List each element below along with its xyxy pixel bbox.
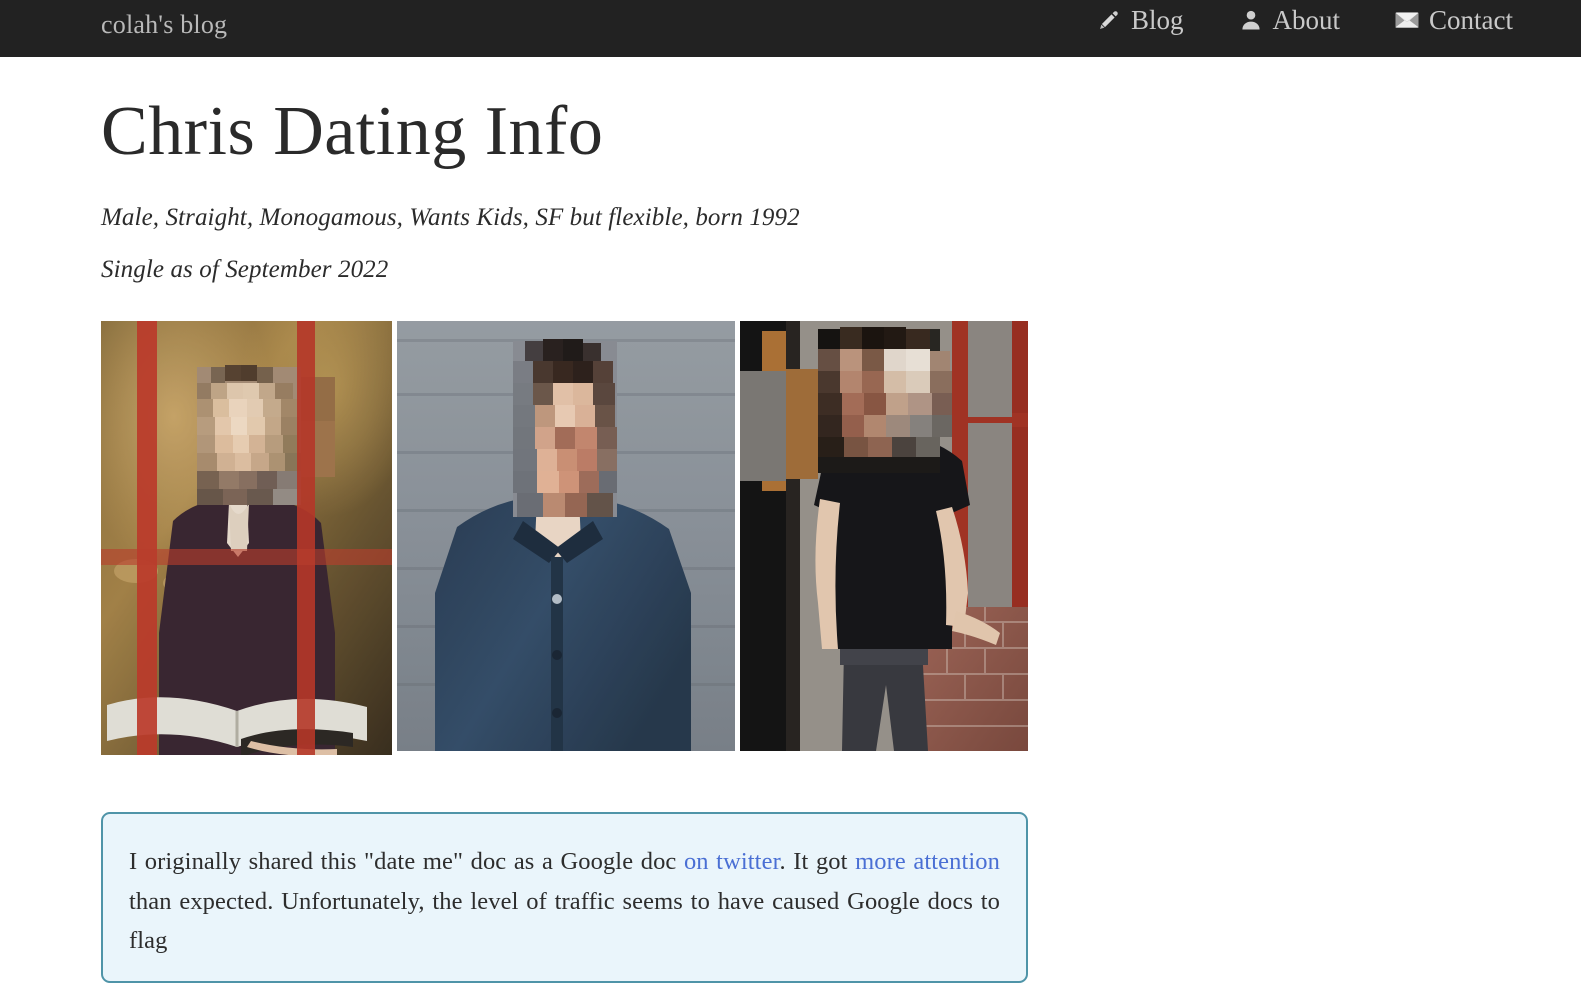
gallery-photo-3[interactable] <box>740 321 1028 751</box>
callout-paragraph: I originally shared this "date me" doc a… <box>129 842 1000 961</box>
gallery-photo-1[interactable] <box>101 321 392 755</box>
site-header: colah's blog Blog About Contact <box>0 0 1581 57</box>
envelope-icon <box>1394 7 1420 33</box>
person-icon <box>1238 7 1264 33</box>
gallery-photo-2[interactable] <box>397 321 735 751</box>
nav-item-contact-label: Contact <box>1429 5 1513 35</box>
nav-item-blog[interactable]: Blog <box>1096 5 1184 35</box>
nav-item-about[interactable]: About <box>1238 5 1341 35</box>
nav-item-contact[interactable]: Contact <box>1394 5 1513 35</box>
relationship-status-line: Single as of September 2022 <box>101 256 389 283</box>
photo-gallery <box>101 321 1028 755</box>
site-brand-link[interactable]: colah's blog <box>101 10 227 40</box>
nav-item-about-label: About <box>1272 5 1341 35</box>
profile-summary-line: Male, Straight, Monogamous, Wants Kids, … <box>101 204 800 231</box>
page-title: Chris Dating Info <box>101 93 604 170</box>
twitter-link[interactable]: on twitter <box>684 848 780 875</box>
callout-text-1: I originally shared this "date me" doc a… <box>129 848 684 875</box>
more-attention-link[interactable]: more attention <box>855 848 1000 875</box>
main-navigation: Blog About Contact <box>1096 5 1513 35</box>
nav-item-blog-label: Blog <box>1131 5 1184 35</box>
callout-text-2: . It got <box>779 848 856 875</box>
pencil-icon <box>1096 7 1122 33</box>
